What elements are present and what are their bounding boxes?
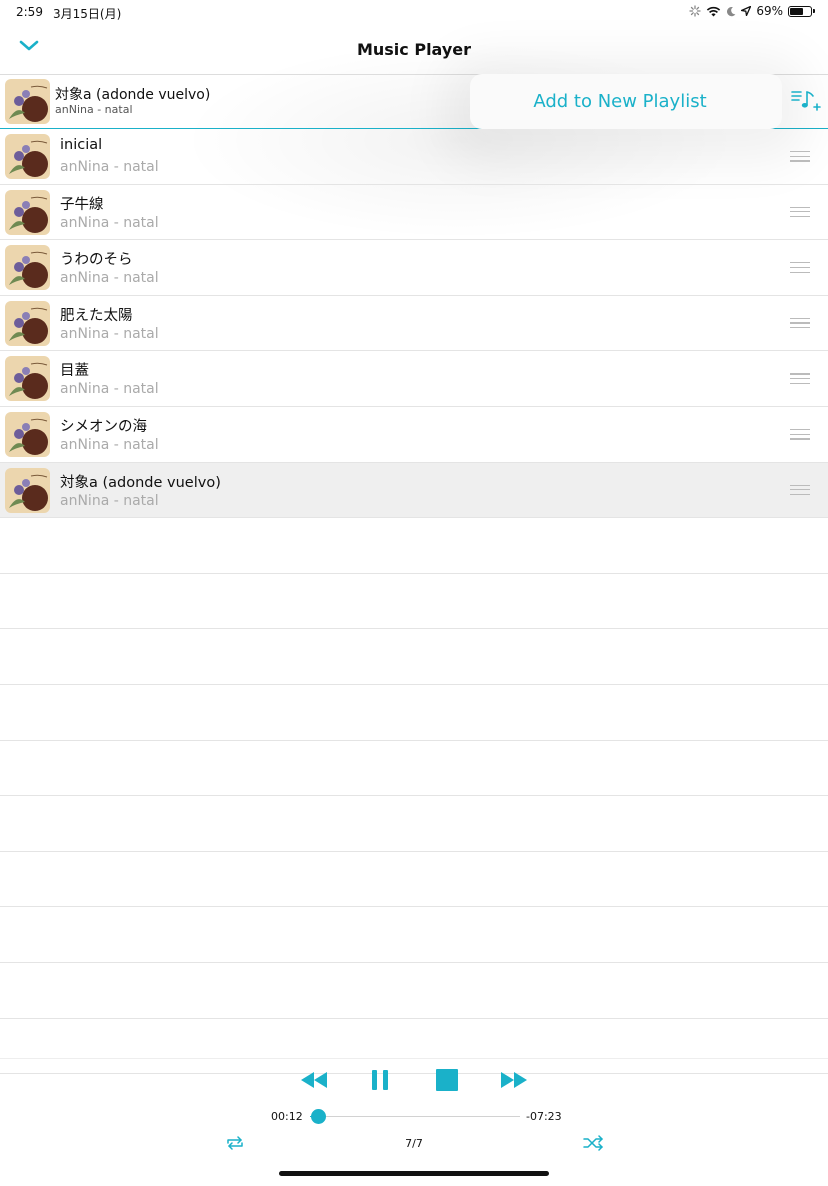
track-title: 肥えた太陽 <box>60 307 133 324</box>
track-subtitle: anNina - natal <box>60 381 159 398</box>
battery-icon <box>788 5 815 17</box>
wifi-icon <box>707 6 721 16</box>
drag-handle-icon[interactable] <box>790 484 810 499</box>
empty-row <box>0 518 828 574</box>
status-icons: 69% <box>689 4 815 18</box>
now-playing-subtitle: anNina - natal <box>55 103 133 116</box>
rewind-icon[interactable] <box>299 1070 329 1090</box>
activity-icon <box>689 5 701 17</box>
track-title: 子牛線 <box>60 196 104 213</box>
drag-handle-icon[interactable] <box>790 317 810 332</box>
empty-row <box>0 796 828 852</box>
track-row[interactable]: 目蓋 anNina - natal <box>0 351 828 407</box>
add-to-new-playlist-button[interactable]: Add to New Playlist <box>533 91 706 112</box>
album-art <box>5 467 50 513</box>
status-time: 2:59 <box>16 5 43 19</box>
progress-slider[interactable] <box>310 1109 520 1124</box>
now-playing-title: 対象a (adonde vuelvo) <box>55 87 211 103</box>
empty-row <box>0 629 828 685</box>
track-subtitle: anNina - natal <box>60 214 159 231</box>
track-subtitle: anNina - natal <box>60 436 159 453</box>
drag-handle-icon[interactable] <box>790 262 810 276</box>
track-list: inicial anNina - natal 子牛線 anNina - natal うわ… <box>0 129 828 1075</box>
track-row[interactable]: シメオンの海 anNina - natal <box>0 407 828 463</box>
page-title: Music Player <box>356 40 472 59</box>
status-date: 3月15日(月) <box>53 7 122 21</box>
empty-row <box>0 685 828 741</box>
empty-row <box>0 963 828 1019</box>
track-title: 対象a (adonde vuelvo) <box>60 474 221 491</box>
empty-row <box>0 852 828 908</box>
stop-icon[interactable] <box>436 1069 458 1091</box>
moon-icon <box>727 6 736 16</box>
shuffle-icon[interactable] <box>583 1135 605 1151</box>
album-art <box>5 134 50 179</box>
home-indicator <box>279 1171 549 1176</box>
empty-row <box>0 907 828 963</box>
track-row[interactable]: うわのそら anNina - natal <box>0 240 828 296</box>
track-row[interactable]: 子牛線 anNina - natal <box>0 185 828 241</box>
battery-percent: 69% <box>756 4 783 18</box>
drag-handle-icon[interactable] <box>790 428 810 443</box>
drag-handle-icon[interactable] <box>790 373 810 387</box>
nav-bar: Music Player <box>0 26 828 74</box>
track-subtitle: anNina - natal <box>60 325 159 342</box>
location-icon <box>741 6 752 16</box>
add-to-playlist-icon[interactable] <box>790 90 822 112</box>
empty-row <box>0 741 828 797</box>
drag-handle-icon[interactable] <box>790 206 810 221</box>
album-art <box>5 189 50 235</box>
track-row[interactable]: inicial anNina - natal <box>0 129 828 185</box>
empty-row <box>0 574 828 630</box>
track-title: inicial <box>60 137 103 153</box>
pause-icon[interactable] <box>370 1069 390 1091</box>
player-controls <box>0 1058 828 1186</box>
remaining-time: -07:23 <box>526 1110 562 1123</box>
track-subtitle: anNina - natal <box>60 492 159 509</box>
album-art <box>5 79 50 124</box>
track-subtitle: anNina - natal <box>60 270 159 287</box>
track-title: うわのそら <box>60 252 133 269</box>
elapsed-time: 00:12 <box>271 1110 303 1123</box>
track-counter: 7/7 <box>405 1137 423 1150</box>
track-subtitle: anNina - natal <box>60 159 159 175</box>
track-title: シメオンの海 <box>60 418 147 435</box>
drag-handle-icon[interactable] <box>790 151 810 165</box>
track-row[interactable]: 肥えた太陽 anNina - natal <box>0 296 828 352</box>
album-art <box>5 411 50 457</box>
status-bar: 2:59 3月15日(月) 69% <box>0 0 828 26</box>
add-to-playlist-popover[interactable]: Add to New Playlist <box>470 74 782 129</box>
track-row[interactable]: 対象a (adonde vuelvo) anNina - natal <box>0 462 828 519</box>
album-art <box>5 245 50 291</box>
fast-forward-icon[interactable] <box>499 1070 529 1090</box>
track-title: 目蓋 <box>60 363 89 380</box>
album-art <box>5 356 50 402</box>
album-art <box>5 300 50 346</box>
